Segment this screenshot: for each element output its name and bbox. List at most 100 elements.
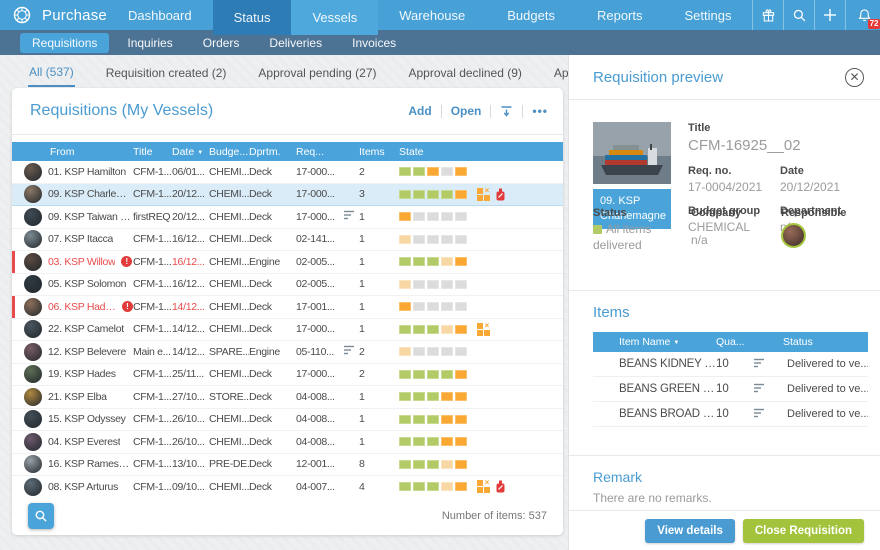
filter-tab-requisition-created-2[interactable]: Requisition created (2) (105, 58, 228, 86)
item-row[interactable]: BEANS KIDNEY B... 10 Delivered to ve... (593, 352, 868, 377)
table-search-button[interactable] (28, 503, 54, 529)
column-header-title[interactable]: Title (133, 146, 172, 158)
vessel-avatar (24, 185, 42, 204)
card-title: Requisitions (My Vessels) (30, 102, 214, 119)
table-row[interactable]: 09. KSP Taiwan Princ...firstREQ20/12... C… (12, 206, 563, 229)
sub-nav-item-orders[interactable]: Orders (191, 33, 252, 53)
table-row[interactable]: 12. KSP Belevere Main e... 14/12... SPARE..… (12, 341, 563, 364)
budget-cell: CHEMI... (209, 233, 249, 246)
responsible-avatar[interactable] (781, 223, 806, 248)
sub-nav-item-requisitions[interactable]: Requisitions (20, 32, 110, 53)
sub-nav-item-invoices[interactable]: Invoices (340, 33, 408, 53)
table-row[interactable]: 03. KSP Willow! CFM-1... 16/12... CHEMI... E… (12, 251, 563, 274)
item-status: Delivered to ve... (787, 358, 868, 370)
top-nav-item-warehouse[interactable]: Warehouse (378, 0, 486, 30)
state-square (399, 189, 411, 199)
vessel-name: 01. KSP Hamilton (48, 165, 126, 178)
add-icon[interactable] (814, 0, 845, 30)
close-requisition-button[interactable]: Close Requisition (742, 518, 864, 543)
req-number-cell: 05-110... (296, 345, 334, 358)
table-row[interactable]: 09. KSP CharlemagneCFM-1...20/12... CHEMI… (12, 183, 563, 206)
column-header-from[interactable]: From (24, 146, 133, 158)
remark-text: There are no remarks. (593, 491, 712, 505)
state-square (427, 324, 439, 334)
from-cell: 22. KSP Camelot (24, 320, 133, 339)
state-square (455, 279, 467, 289)
table-row[interactable]: 16. KSP RamessesCFM-1...13/10... PRE-DE..… (12, 454, 563, 476)
column-header-state[interactable]: State (399, 146, 563, 158)
top-nav-item-reports[interactable]: Reports (576, 0, 664, 30)
top-nav-item-status[interactable]: Status (212, 0, 292, 35)
from-cell: 09. KSP Taiwan Princ... (24, 207, 133, 226)
top-nav-item-vessels[interactable]: Vessels (291, 0, 379, 35)
top-nav-item-dashboard[interactable]: Dashboard (107, 0, 213, 30)
overflow-menu-icon[interactable]: ••• (532, 104, 548, 118)
title-cell: firstREQ (133, 210, 171, 223)
state-square (427, 212, 439, 222)
title-cell: CFM-1... (133, 188, 172, 201)
filter-icon[interactable] (500, 105, 513, 118)
item-row[interactable]: BEANS GREEN M... 10 Delivered to ve... (593, 377, 868, 402)
view-details-button[interactable]: View details (645, 518, 735, 543)
table-row[interactable]: 04. KSP Everest CFM-1... 26/10... CHEMI... D… (12, 431, 563, 454)
filter-tab-approval-declined-9[interactable]: Approval declined (9) (408, 58, 523, 86)
table-row[interactable]: 07. KSP Itacca CFM-1... 16/12... CHEMI... De… (12, 229, 563, 251)
filter-tab-all-537[interactable]: All (537) (28, 57, 75, 87)
req-type-cell (343, 210, 359, 223)
search-icon[interactable] (783, 0, 814, 30)
vessel-photo (593, 122, 671, 189)
table-row[interactable]: 21. KSP Elba CFM-1... 27/10... STORE... Deck… (12, 386, 563, 409)
items-column-header-item-name[interactable]: Item Name ▼ (619, 336, 716, 348)
table-row[interactable]: 06. KSP Hadrian! CFM-1... 14/12... CHEMI...… (12, 296, 563, 319)
from-cell: 15. KSP Odyssey (24, 410, 133, 429)
top-nav-item-settings[interactable]: Settings (664, 0, 753, 30)
sub-nav-item-inquiries[interactable]: Inquiries (115, 33, 184, 53)
gift-icon[interactable] (752, 0, 783, 30)
open-button[interactable]: Open (451, 104, 482, 118)
state-square (399, 414, 411, 424)
state-square (399, 324, 411, 334)
column-header-budge[interactable]: Budge... (209, 146, 249, 158)
field-label-company: Company (691, 207, 742, 219)
items-table-header: Item Name ▼ Qua... Status (593, 332, 868, 352)
notifications-bell-icon[interactable]: 72 (845, 0, 880, 30)
title-cell: CFM-1... (133, 480, 172, 493)
column-header-date[interactable]: Date ▼ (172, 146, 209, 158)
column-header-req[interactable]: Req... (296, 146, 343, 158)
state-square (399, 302, 411, 312)
table-row[interactable]: 05. KSP Solomon CFM-1... 16/12... CHEMI... D… (12, 274, 563, 296)
table-row[interactable]: 22. KSP Camelot CFM-1... 14/12... CHEMI... D… (12, 319, 563, 341)
date-cell: 16/12... (172, 233, 205, 246)
vessel-avatar (24, 275, 42, 294)
vessel-name: 08. KSP Arturus (48, 480, 119, 493)
filter-tab-approval-pending-27[interactable]: Approval pending (27) (257, 58, 377, 86)
vessel-avatar (24, 432, 42, 451)
table-row[interactable]: 15. KSP Odyssey CFM-1... 26/10... CHEMI... D… (12, 409, 563, 431)
title-cell: CFM-1... (133, 390, 172, 403)
sub-nav-item-deliveries[interactable]: Deliveries (257, 33, 334, 53)
table-row[interactable]: 01. KSP Hamilton CFM-1... 06/01... CHEMI...… (12, 161, 563, 184)
field-label-date: Date (780, 165, 804, 177)
item-row[interactable]: BEANS BROAD DRY 10 Delivered to ve... (593, 402, 868, 427)
items-column-header-status[interactable]: Status (783, 336, 868, 348)
add-button[interactable]: Add (408, 104, 431, 118)
state-square (441, 324, 453, 334)
state-square (455, 167, 467, 177)
items-count-cell: 2 (359, 165, 365, 178)
top-nav-item-budgets[interactable]: Budgets (486, 0, 576, 30)
state-cell (399, 302, 563, 312)
state-square (455, 482, 467, 492)
list-lines-icon (753, 358, 783, 371)
items-count-cell: 1 (359, 413, 365, 426)
preview-footer: View details Close Requisition (569, 510, 880, 550)
items-column-header-qua[interactable]: Qua... (716, 336, 783, 348)
red-stamp-icon (495, 480, 506, 493)
close-icon[interactable]: ✕ (845, 67, 864, 87)
table-row[interactable]: 19. KSP Hades CFM-1... 25/11... CHEMI... Dec… (12, 364, 563, 386)
table-row[interactable]: 08. KSP Arturus CFM-1... 09/10... CHEMI... D… (12, 476, 563, 499)
state-square (455, 414, 467, 424)
date-cell: 13/10... (172, 458, 205, 471)
date-cell: 26/10... (172, 413, 205, 426)
column-header-dprtm[interactable]: Dprtm. (249, 146, 296, 158)
column-header-items[interactable]: Items (359, 146, 399, 158)
